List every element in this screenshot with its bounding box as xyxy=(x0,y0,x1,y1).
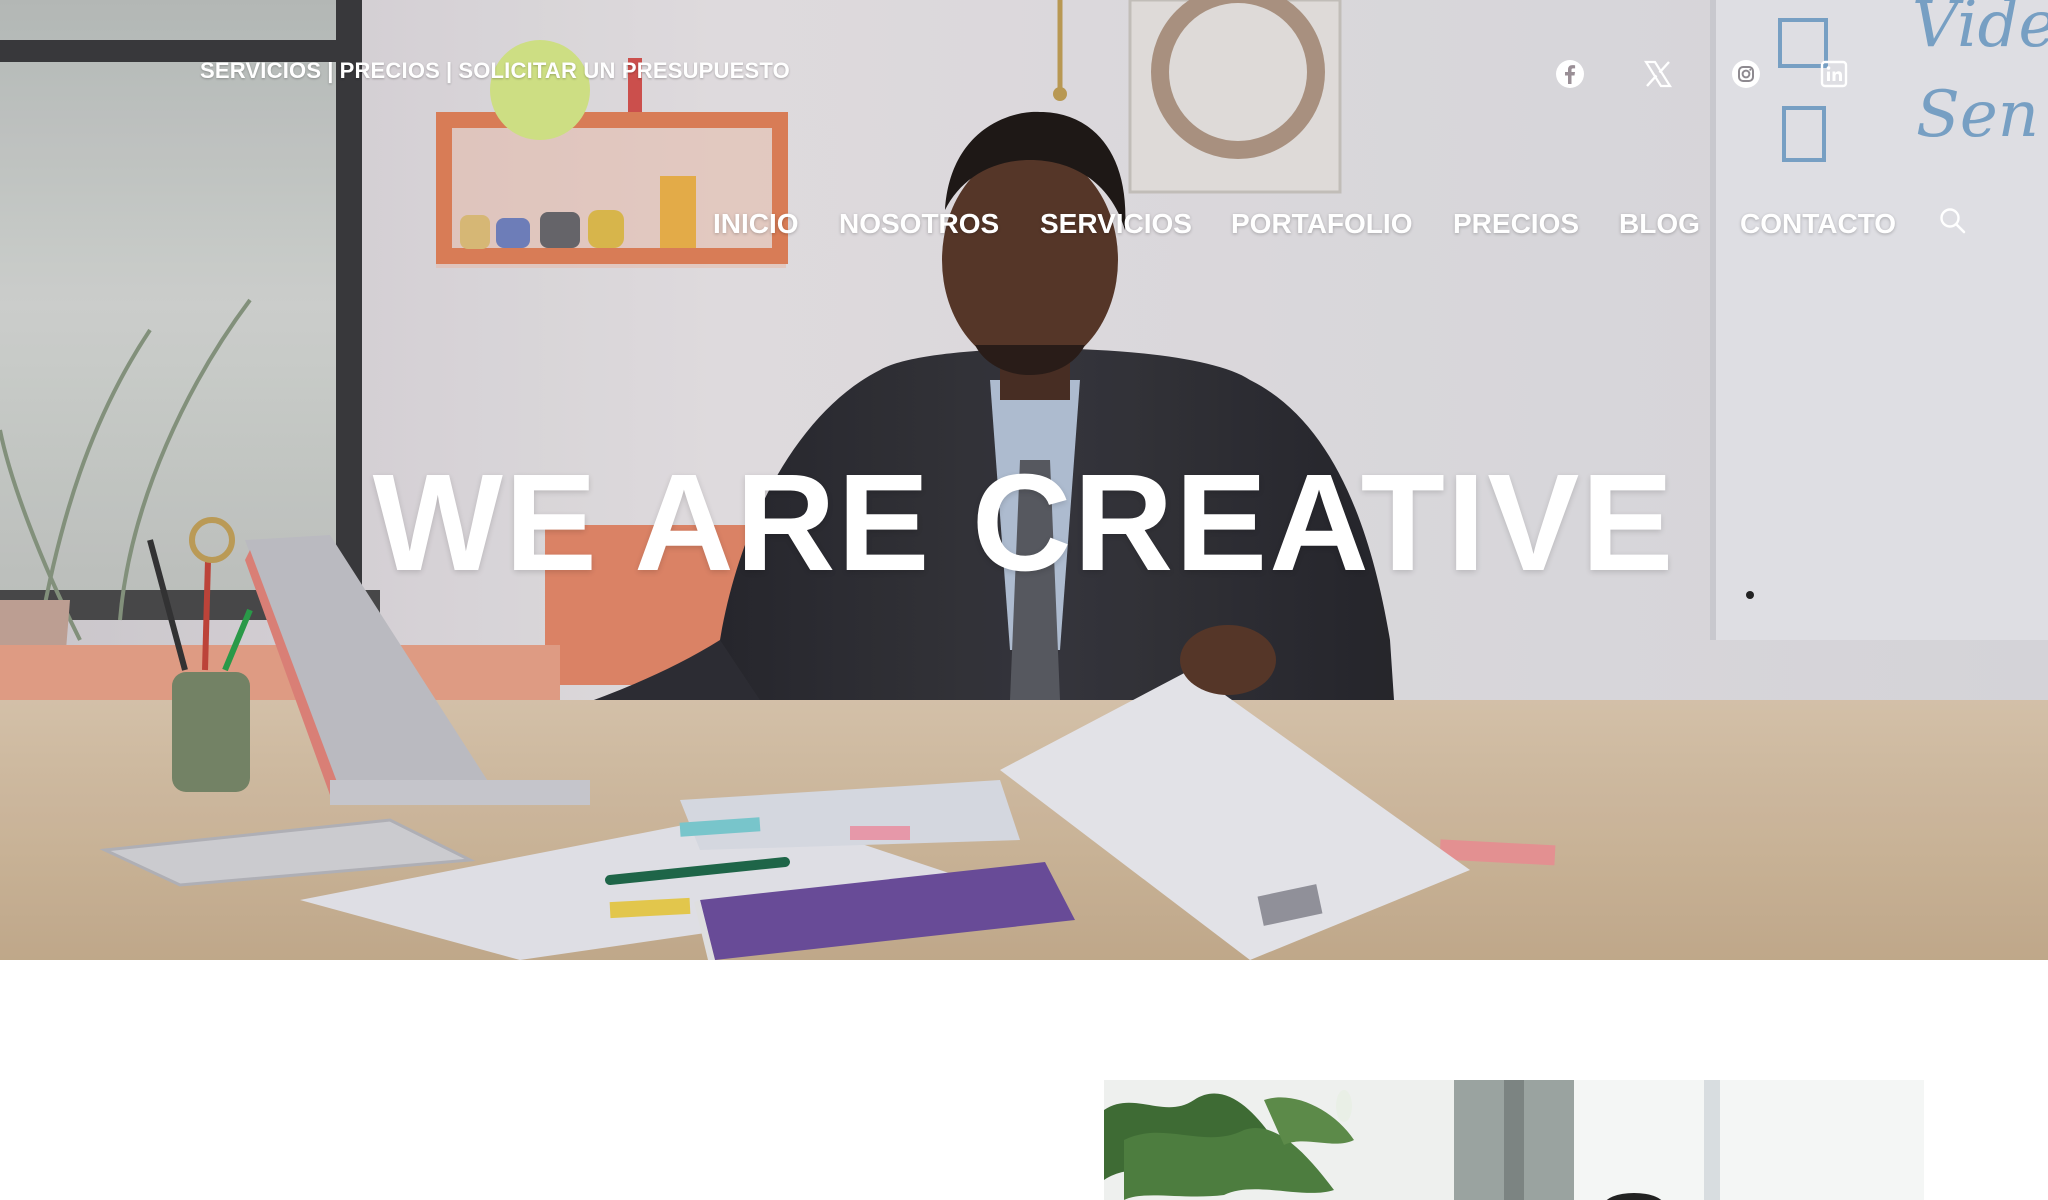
search-icon[interactable] xyxy=(1938,206,1968,236)
hero-title: WE ARE CREATIVE xyxy=(372,446,1676,600)
main-navigation: INICIO NOSOTROS SERVICIOS PORTAFOLIO PRE… xyxy=(0,208,2048,244)
nav-item-servicios[interactable]: SERVICIOS xyxy=(1040,208,1192,240)
content-image xyxy=(1104,1080,1924,1200)
facebook-icon[interactable] xyxy=(1554,58,1586,90)
nav-item-portafolio[interactable]: PORTAFOLIO xyxy=(1231,208,1412,240)
nav-item-blog[interactable]: BLOG xyxy=(1619,208,1700,240)
social-links xyxy=(0,56,2048,92)
nav-item-nosotros[interactable]: NOSOTROS xyxy=(839,208,999,240)
nav-item-precios[interactable]: PRECIOS xyxy=(1453,208,1579,240)
nav-item-contacto[interactable]: CONTACTO xyxy=(1740,208,1896,240)
x-twitter-icon[interactable] xyxy=(1642,58,1674,90)
nav-item-inicio[interactable]: INICIO xyxy=(713,208,799,240)
linkedin-icon[interactable] xyxy=(1818,58,1850,90)
instagram-icon[interactable] xyxy=(1730,58,1762,90)
